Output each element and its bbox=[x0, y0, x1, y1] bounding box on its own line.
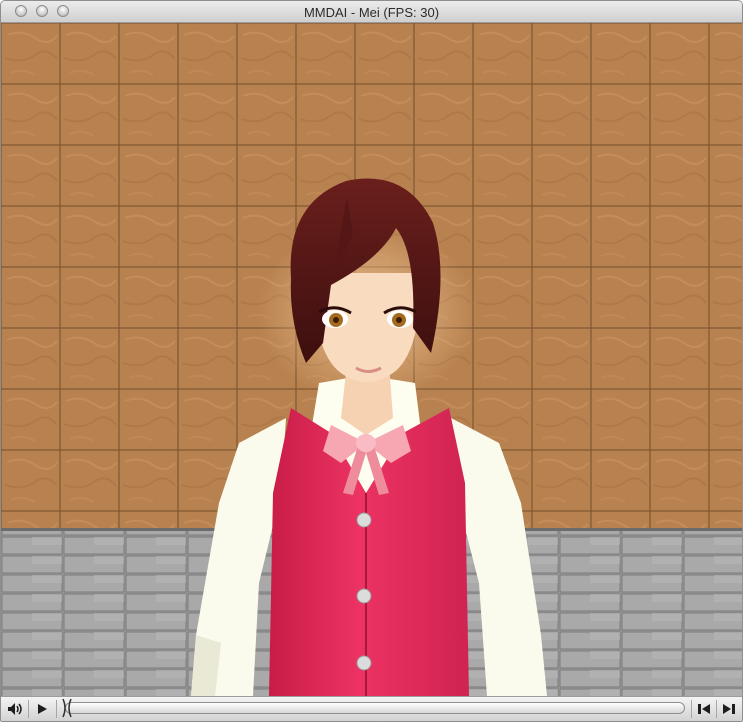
step-forward-icon bbox=[723, 703, 735, 714]
play-button[interactable] bbox=[31, 699, 53, 718]
media-controller bbox=[1, 696, 742, 721]
playback-scrubber[interactable] bbox=[62, 698, 685, 718]
step-backward-icon bbox=[698, 703, 710, 714]
playhead[interactable] bbox=[62, 698, 72, 718]
window-title: MMDAI - Mei (FPS: 30) bbox=[303, 5, 440, 20]
play-icon bbox=[38, 703, 47, 714]
title-bar[interactable]: MMDAI - Mei (FPS: 30) bbox=[1, 1, 742, 23]
step-backward-button[interactable] bbox=[693, 699, 715, 718]
speaker-icon bbox=[8, 702, 22, 715]
app-window: MMDAI - Mei (FPS: 30) bbox=[0, 0, 743, 722]
3d-viewport[interactable] bbox=[1, 23, 742, 696]
volume-button[interactable] bbox=[5, 699, 27, 718]
scene-render bbox=[1, 23, 742, 696]
step-forward-button[interactable] bbox=[718, 699, 740, 718]
